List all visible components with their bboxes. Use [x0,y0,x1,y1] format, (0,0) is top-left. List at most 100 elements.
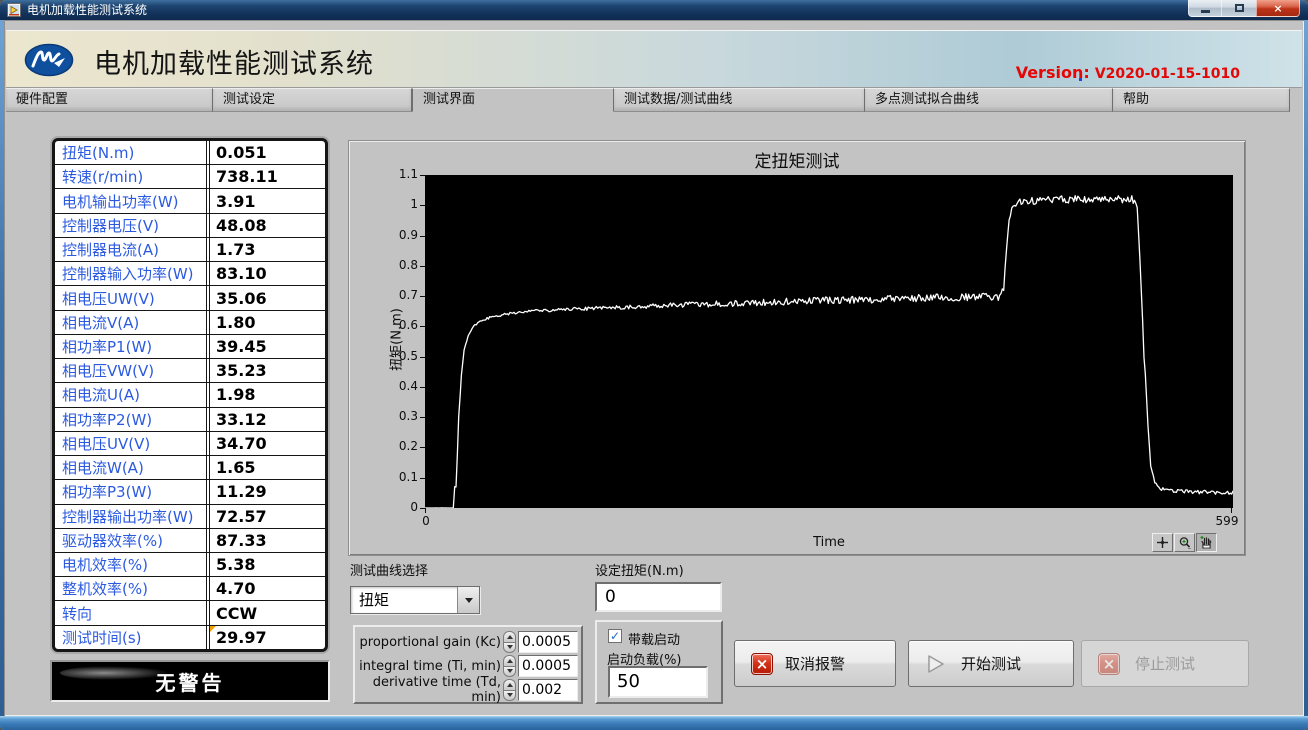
y-tick-mark [420,417,425,418]
warning-gloss [60,666,170,680]
app-window: 电机加载性能测试系统 × 电机加载性能测试系统 Version: V2020-0… [0,0,1308,730]
start-test-button[interactable]: 开始测试 [908,640,1074,687]
pid-row: derivative time (Td, min) 0.002 [355,678,581,702]
measurement-value: 3.91 [209,189,325,212]
measurement-value: 1.65 [209,456,325,479]
load-start-checkbox[interactable]: ✓ [608,629,622,643]
table-row: 相功率P3(W)11.29 [55,480,325,504]
pid-label: integral time (Ti, min) [355,659,501,674]
measurement-value: 35.06 [209,286,325,309]
y-tick-mark [420,326,425,327]
measurement-label: 控制器输出功率(W) [55,505,207,528]
measurement-value: 87.33 [209,529,325,552]
triangle-down-icon [507,693,513,697]
spinner-up-button[interactable] [503,655,516,666]
maximize-button[interactable] [1222,0,1256,17]
measurement-label: 相功率P1(W) [55,335,207,358]
measurement-label: 相电流W(A) [55,456,207,479]
table-row: 转向CCW [55,601,325,625]
pid-spinner[interactable] [503,679,516,701]
measurement-value: 29.97 [209,626,325,649]
pan-tool-button[interactable] [1196,533,1217,552]
y-tick-label: 0 [380,500,418,514]
pid-row: proportional gain (Kc)0.0005 [355,630,581,654]
table-row: 电机输出功率(W)3.91 [55,189,325,213]
warning-indicator: 无警告 [50,660,330,702]
table-row: 控制器输入功率(W)83.10 [55,262,325,286]
pid-spinner[interactable] [503,631,516,653]
pid-label: derivative time (Td, min) [355,675,501,705]
pid-value-input[interactable]: 0.0005 [518,655,578,677]
graph-palette [1151,533,1217,552]
pid-value-input[interactable]: 0.002 [518,679,578,701]
zoom-tool-button[interactable] [1174,533,1195,552]
spinner-down-button[interactable] [503,642,516,654]
measurement-label: 相电压VW(V) [55,359,207,382]
table-row: 相电流U(A)1.98 [55,383,325,407]
red-x-square-icon: × [751,653,773,675]
close-icon: × [1273,2,1282,15]
x-tick-599 [1231,508,1232,513]
window-border-bottom [0,716,1308,730]
cancel-alarm-button[interactable]: ×取消报警 [734,640,896,687]
table-row: 驱动器效率(%)87.33 [55,529,325,553]
triangle-up-icon [507,683,513,687]
measurement-label: 整机效率(%) [55,577,207,600]
table-row: 相功率P1(W)39.45 [55,335,325,359]
tab-3-active[interactable]: 测试界面 [412,88,614,112]
spinner-down-button[interactable] [503,666,516,678]
measurement-value: 5.38 [209,553,325,576]
set-torque-input[interactable]: 0 [595,582,722,612]
torque-curve [425,175,1233,508]
load-start-cluster: ✓ 带载启动 启动负载(%) 50 [595,620,723,704]
spinner-up-button[interactable] [503,679,516,690]
app-title: 电机加载性能测试系统 [94,42,374,81]
load-start-checkbox-label: 带载启动 [628,629,680,648]
stop-test-button: ×停止测试 [1081,640,1249,687]
chart-plot-area[interactable] [425,175,1233,508]
spinner-up-button[interactable] [503,631,516,642]
curve-select-value: 扭矩 [351,587,457,613]
y-tick-mark [420,447,425,448]
labview-vi-icon [7,3,21,17]
triangle-down-icon [507,669,513,673]
pid-spinner[interactable] [503,655,516,677]
table-row: 控制器电流(A)1.73 [55,238,325,262]
x-tick-0 [425,508,426,513]
measurement-label: 相功率P3(W) [55,480,207,503]
tab-1[interactable]: 硬件配置 [6,88,213,112]
measurement-label: 相功率P2(W) [55,408,207,431]
tab-2[interactable]: 测试设定 [213,88,412,112]
triangle-down-icon [507,645,513,649]
table-row: 测试时间(s)29.97 [55,626,325,649]
measurement-label: 相电压UW(V) [55,286,207,309]
close-button[interactable]: × [1256,0,1300,17]
measurement-table: 扭矩(N.m)0.051转速(r/min)738.11电机输出功率(W)3.91… [52,138,328,652]
triangle-up-icon [507,635,513,639]
version-value: V2020-01-15-1010 [1095,66,1240,82]
magnifier-icon [1177,536,1192,549]
tab-4[interactable]: 测试数据/测试曲线 [614,88,865,112]
measurement-label: 控制器电压(V) [55,214,207,237]
y-tick-mark [420,175,425,176]
measurement-label: 控制器输入功率(W) [55,262,207,285]
dropdown-arrow-button[interactable] [457,587,479,613]
table-row: 控制器输出功率(W)72.57 [55,505,325,529]
stray-blue-mark [1079,78,1082,81]
company-logo [24,43,74,77]
spinner-down-button[interactable] [503,690,516,702]
cursor-crosshair-tool-button[interactable] [1152,533,1173,552]
tab-6[interactable]: 帮助 [1113,88,1290,112]
y-tick-mark [420,296,425,297]
table-row: 相功率P2(W)33.12 [55,408,325,432]
minimize-button[interactable] [1188,0,1222,17]
curve-select-dropdown[interactable]: 扭矩 [350,586,480,614]
tab-5[interactable]: 多点测试拟合曲线 [865,88,1113,112]
pid-value-input[interactable]: 0.0005 [518,631,578,653]
y-tick-label: 0.3 [380,409,418,423]
y-tick-label: 0.9 [380,228,418,242]
maximize-icon [1235,4,1244,12]
start-load-input[interactable]: 50 [608,666,708,698]
measurement-label: 驱动器效率(%) [55,529,207,552]
crosshair-icon [1155,536,1170,549]
